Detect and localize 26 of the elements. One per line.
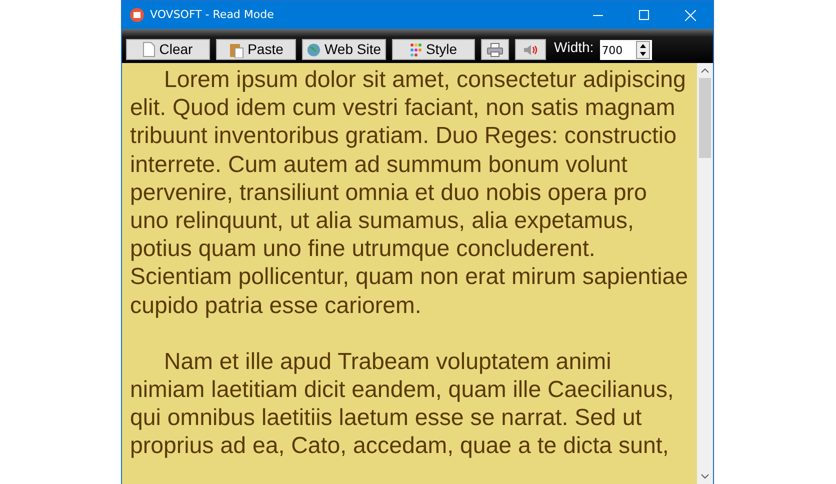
globe-icon <box>307 42 320 58</box>
maximize-icon <box>639 10 649 20</box>
speak-button[interactable] <box>515 39 546 60</box>
color-dots-icon <box>410 42 422 56</box>
close-icon <box>684 10 696 20</box>
window-title: VOVSOFT - Read Mode <box>150 6 274 23</box>
scrollbar-thumb[interactable] <box>699 78 711 158</box>
web-button[interactable]: Web Site <box>302 39 386 60</box>
scroll-down-icon <box>701 474 709 479</box>
width-label: Width: <box>554 38 594 57</box>
paragraph: Nam et ille apud Trabeam voluptatem animi nimiam laetitiam dicit eandem, quam ille Caecilianus, qui omnibus laetitiis laetum esse se narrat. Sed ut proprius ad ea, Cato, accedam, quae a te dicta sunt, <box>130 346 675 460</box>
scroll-up-icon <box>701 68 709 73</box>
clipboard-icon <box>228 42 244 58</box>
paragraph: Lorem ipsum dolor sit amet, consectetur adipiscing elit. Quod idem cum vestri faciant, non satis magnam tribuunt inventoribus gratiam. Duo Reges: constructio interrete. Cum autem ad summum bonum volunt pervenire, transiliunt omnia et duo nobis opera pro uno relinquunt, ut alia sumamus, alia expetamus, potius quam uno fine utrumque concluderent. Scientiam pollicentur, quam non erat mirum sapientiae cupido patria esse cariorem. <box>130 65 690 319</box>
style-button[interactable]: Style <box>392 39 475 60</box>
print-button[interactable] <box>481 39 509 60</box>
page-icon <box>143 42 156 57</box>
app-icon <box>130 8 144 22</box>
speaker-icon <box>522 44 538 56</box>
width-spin-field[interactable]: 700 <box>600 40 652 60</box>
vertical-scrollbar[interactable] <box>697 63 713 484</box>
paste-button[interactable]: Paste <box>216 39 296 60</box>
clear-button[interactable]: Clear <box>126 39 210 60</box>
minimize-icon <box>593 14 603 16</box>
printer-icon <box>487 42 503 56</box>
spinner-arrows-icon <box>636 41 650 59</box>
